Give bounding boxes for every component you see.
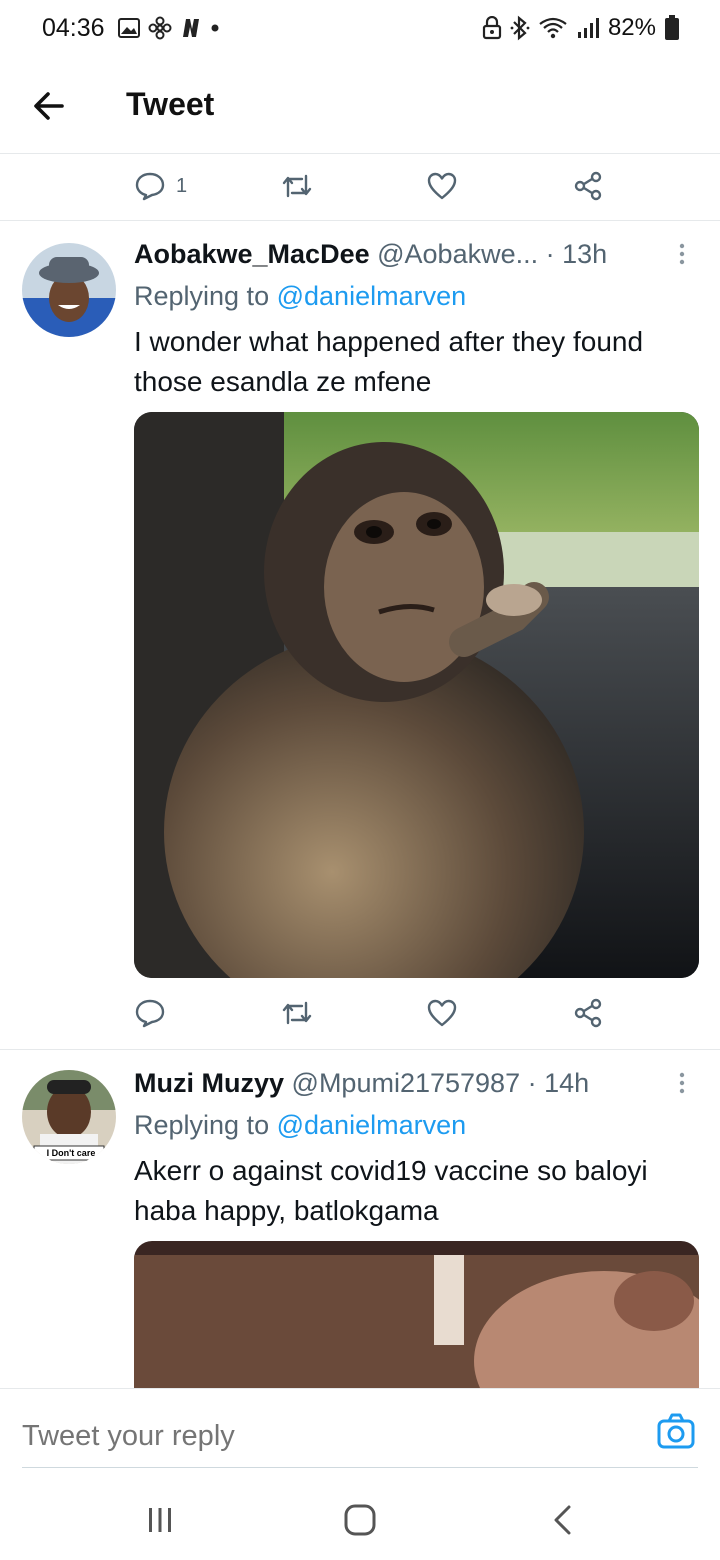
app-header: Tweet: [0, 58, 720, 154]
page-title: Tweet: [126, 86, 215, 122]
like-button[interactable]: [426, 995, 458, 1031]
home-icon: [344, 1504, 376, 1536]
status-bar: 04:36 82%: [0, 0, 720, 58]
input-underline: [22, 1467, 698, 1468]
share-button[interactable]: [572, 168, 604, 204]
replying-prefix: Replying to: [134, 1110, 270, 1140]
back-nav-button[interactable]: [544, 1500, 584, 1540]
reply-count: 1: [176, 174, 188, 197]
camera-button[interactable]: [656, 1411, 696, 1451]
replying-to: Replying to @danielmarven: [134, 281, 466, 312]
recent-apps-icon: [149, 1508, 171, 1532]
wifi-icon: [539, 17, 567, 39]
status-icons-right: 82%: [482, 14, 680, 42]
share-icon: [574, 998, 602, 1028]
display-name[interactable]: Muzi Muzyy: [134, 1068, 284, 1098]
reply-button[interactable]: 1: [134, 168, 187, 204]
signal-icon: [577, 18, 599, 38]
main-tweet-actions: 1: [0, 154, 720, 220]
battery-icon: [665, 15, 679, 40]
tweet-time: · 14h: [527, 1068, 590, 1098]
retweet-icon: [282, 1001, 312, 1025]
tweet-media-image[interactable]: [134, 412, 699, 978]
more-vertical-icon: [679, 243, 685, 265]
monkey-photo: [134, 412, 699, 978]
reply-composer: [0, 1388, 720, 1478]
avatar[interactable]: [22, 243, 116, 337]
mention-link[interactable]: @danielmarven: [277, 281, 467, 311]
retweet-button[interactable]: [280, 995, 314, 1031]
home-button[interactable]: [340, 1500, 380, 1540]
like-button[interactable]: [426, 168, 458, 204]
mention-link[interactable]: @danielmarven: [277, 1110, 467, 1140]
retweet-button[interactable]: [280, 168, 314, 204]
tweet-media-image[interactable]: [134, 1241, 699, 1388]
netflix-n-icon: [183, 19, 199, 37]
status-icons-left: [118, 16, 220, 40]
avatar-caption: I Don't care: [46, 1148, 96, 1158]
tweet-actions: [0, 981, 720, 1047]
reply-tweet[interactable]: I Don't care Muzi Muzyy @Mpumi21757987 ·…: [0, 1050, 720, 1388]
bluetooth-icon: [510, 15, 530, 41]
more-vertical-icon: [679, 1072, 685, 1094]
tweet-text: Akerr o against covid19 vaccine so baloy…: [134, 1155, 648, 1226]
dot-icon: [211, 24, 219, 32]
tweet-photo: [134, 1241, 699, 1388]
camera-icon: [657, 1413, 695, 1449]
share-button[interactable]: [572, 995, 604, 1031]
user-handle[interactable]: @Mpumi21757987: [292, 1068, 521, 1098]
reply-button[interactable]: [134, 995, 166, 1031]
heart-icon: [427, 999, 457, 1027]
display-name[interactable]: Aobakwe_MacDee: [134, 239, 370, 269]
arrow-left-icon: [34, 92, 64, 120]
comment-icon: [135, 999, 165, 1028]
system-navigation-bar: [0, 1478, 720, 1560]
fan-icon: [148, 16, 172, 40]
more-options-button[interactable]: [672, 241, 692, 271]
retweet-icon: [282, 174, 312, 198]
gallery-icon: [118, 18, 140, 38]
share-icon: [574, 171, 602, 201]
tweet-text: I wonder what happened after they found …: [134, 326, 644, 397]
heart-icon: [427, 172, 457, 200]
tweet-reply-input[interactable]: [22, 1413, 622, 1459]
chevron-left-icon: [554, 1505, 571, 1535]
replying-to: Replying to @danielmarven: [134, 1110, 466, 1141]
back-button[interactable]: [28, 84, 72, 128]
tweet-header: Aobakwe_MacDee @Aobakwe... · 13h: [134, 239, 694, 270]
more-options-button[interactable]: [672, 1070, 692, 1100]
battery-percentage: 82%: [607, 14, 656, 41]
recent-apps-button[interactable]: [140, 1500, 180, 1540]
avatar-image: [22, 243, 116, 337]
replying-prefix: Replying to: [134, 281, 270, 311]
tweet-header: Muzi Muzyy @Mpumi21757987 · 14h: [134, 1068, 694, 1099]
tweet-time: · 13h: [545, 239, 608, 269]
avatar[interactable]: I Don't care: [22, 1070, 116, 1164]
lock-icon: [482, 16, 502, 40]
status-time: 04:36: [42, 14, 105, 42]
comment-icon: [135, 172, 165, 201]
reply-tweet[interactable]: Aobakwe_MacDee @Aobakwe... · 13h Replyin…: [0, 221, 720, 1049]
user-handle[interactable]: @Aobakwe...: [377, 239, 538, 269]
